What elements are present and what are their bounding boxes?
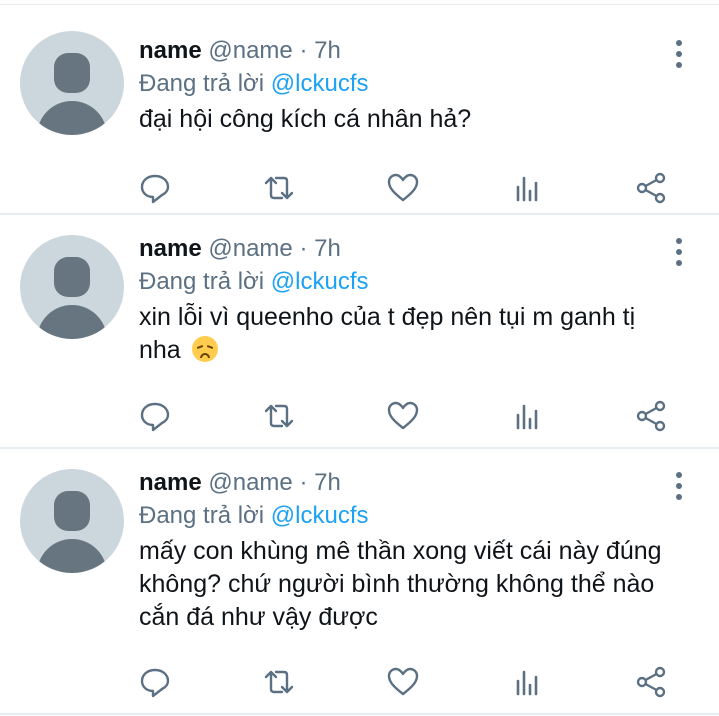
- share-icon: [636, 172, 666, 204]
- retweet-icon: [264, 404, 294, 428]
- timestamp[interactable]: 7h: [314, 469, 341, 496]
- reply-button[interactable]: [138, 665, 174, 701]
- separator-dot: ·: [299, 37, 308, 64]
- analytics-icon: [516, 404, 538, 430]
- tweet-actions: [138, 665, 674, 701]
- heart-icon: [387, 667, 419, 696]
- tweet-header: name @name · 7h: [139, 467, 679, 499]
- share-button[interactable]: [634, 399, 670, 435]
- display-name[interactable]: name: [139, 37, 202, 64]
- analytics-icon: [516, 670, 538, 696]
- tweet-content: name @name · 7h Đang trả lời @lckucfs đạ…: [139, 35, 679, 136]
- reply-button[interactable]: [138, 171, 174, 207]
- share-button[interactable]: [634, 171, 670, 207]
- tweet-item[interactable]: name @name · 7h Đang trả lời @lckucfs đạ…: [0, 5, 719, 215]
- share-icon: [636, 400, 666, 432]
- replying-to: Đang trả lời @lckucfs: [139, 499, 679, 533]
- avatar[interactable]: [20, 31, 124, 135]
- replying-to: Đang trả lời @lckucfs: [139, 265, 679, 299]
- share-icon: [636, 666, 666, 698]
- avatar-body-shape: [37, 101, 107, 135]
- tweet-actions: [138, 399, 674, 435]
- analytics-button[interactable]: [510, 171, 546, 207]
- analytics-button[interactable]: [510, 399, 546, 435]
- avatar-head-shape: [54, 53, 90, 93]
- avatar[interactable]: [20, 235, 124, 339]
- user-handle[interactable]: @name: [208, 469, 292, 496]
- avatar-head-shape: [54, 257, 90, 297]
- more-vertical-icon[interactable]: [669, 237, 689, 267]
- retweet-button[interactable]: [262, 665, 298, 701]
- heart-icon: [387, 401, 419, 430]
- tweet-header: name @name · 7h: [139, 35, 679, 67]
- reply-prefix: Đang trả lời: [139, 502, 265, 529]
- tweet-text: đại hội công kích cá nhân hả?: [139, 105, 472, 133]
- avatar-head-shape: [54, 491, 90, 531]
- tweet-content: name @name · 7h Đang trả lời @lckucfs xi…: [139, 233, 679, 367]
- timestamp[interactable]: 7h: [314, 37, 341, 64]
- avatar-body-shape: [37, 305, 107, 339]
- avatar[interactable]: [20, 469, 124, 573]
- analytics-icon: [516, 176, 538, 202]
- disappointed-face-icon: [191, 336, 218, 362]
- user-handle[interactable]: @name: [208, 235, 292, 262]
- like-button[interactable]: [386, 665, 422, 701]
- comment-icon: [140, 174, 170, 204]
- reply-mention-link[interactable]: @lckucfs: [271, 268, 369, 295]
- timestamp[interactable]: 7h: [314, 235, 341, 262]
- display-name[interactable]: name: [139, 469, 202, 496]
- reply-prefix: Đang trả lời: [139, 268, 265, 295]
- like-button[interactable]: [386, 171, 422, 207]
- tweet-item[interactable]: name @name · 7h Đang trả lời @lckucfs xi…: [0, 215, 719, 449]
- retweet-button[interactable]: [262, 399, 298, 435]
- avatar-body-shape: [37, 539, 107, 573]
- heart-icon: [387, 173, 419, 202]
- separator-dot: ·: [299, 469, 308, 496]
- comment-icon: [140, 402, 170, 432]
- reply-button[interactable]: [138, 399, 174, 435]
- retweet-icon: [264, 670, 294, 694]
- reply-mention-link[interactable]: @lckucfs: [271, 502, 369, 529]
- tweet-item[interactable]: name @name · 7h Đang trả lời @lckucfs mấ…: [0, 449, 719, 715]
- tweet-header: name @name · 7h: [139, 233, 679, 265]
- tweet-text: mấy con khùng mê thần xong viết cái này …: [139, 537, 662, 631]
- tweet-actions: [138, 171, 674, 207]
- retweet-icon: [264, 176, 294, 200]
- reply-mention-link[interactable]: @lckucfs: [271, 70, 369, 97]
- like-button[interactable]: [386, 399, 422, 435]
- reply-prefix: Đang trả lời: [139, 70, 265, 97]
- user-handle[interactable]: @name: [208, 37, 292, 64]
- tweet-text-wrapper: xin lỗi vì queenho của t đẹp nên tụi m g…: [139, 301, 679, 367]
- more-vertical-icon[interactable]: [669, 471, 689, 501]
- display-name[interactable]: name: [139, 235, 202, 262]
- analytics-button[interactable]: [510, 665, 546, 701]
- separator-dot: ·: [299, 235, 308, 262]
- retweet-button[interactable]: [262, 171, 298, 207]
- replying-to: Đang trả lời @lckucfs: [139, 67, 679, 101]
- comment-icon: [140, 668, 170, 698]
- tweet-content: name @name · 7h Đang trả lời @lckucfs mấ…: [139, 467, 679, 634]
- share-button[interactable]: [634, 665, 670, 701]
- more-vertical-icon[interactable]: [669, 39, 689, 69]
